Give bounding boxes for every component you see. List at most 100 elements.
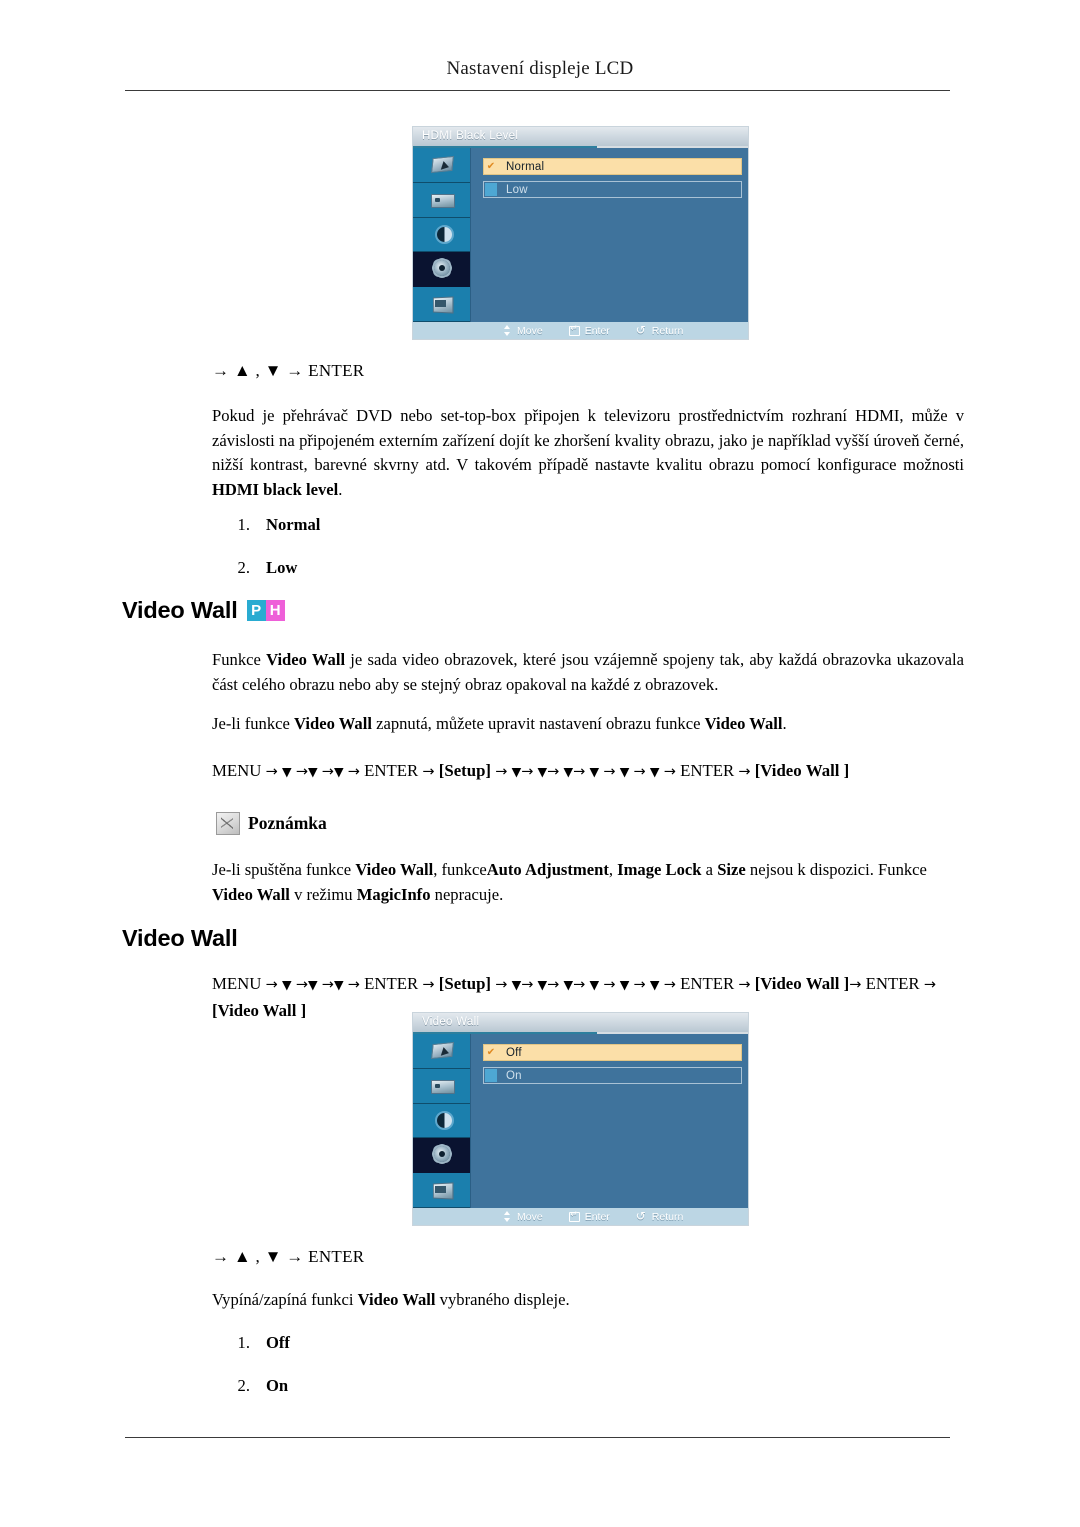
menu-path-target: [Video — [754, 761, 802, 780]
osd-tab-contrast[interactable] — [413, 1103, 470, 1139]
list-item-number: 2. — [237, 1376, 250, 1395]
menu-path-down: ▼ — [537, 764, 548, 779]
menu-path-arrow: → — [547, 977, 560, 993]
paragraph-hdmi-black-level: Pokud je přehrávač DVD nebo set-top-box … — [212, 404, 964, 502]
note-label: Poznámka — [248, 813, 327, 833]
menu-path-down: ▼ — [589, 764, 600, 779]
osd-tab-screen[interactable] — [413, 1173, 470, 1208]
menu-path-down: ▼ — [307, 764, 318, 779]
menu-path-down: ▼ — [333, 764, 344, 779]
paragraph-text: Funkce — [212, 650, 267, 669]
paragraph-bold-term: Video Wall — [294, 714, 372, 733]
note-bold-magicinfo: MagicInfo — [356, 884, 431, 904]
menu-path-enter-2: ENTER — [680, 761, 735, 780]
osd-footer-move: Move — [501, 1211, 543, 1223]
osd-footer-move: Move — [501, 325, 543, 337]
note-text-2: nepracuje. — [430, 884, 504, 904]
note-bold-size: Size — [717, 860, 746, 879]
paragraph-text-tail: . — [338, 479, 343, 499]
paragraph-text: Vypíná/zapíná funkci — [212, 1290, 358, 1309]
paragraph-text: Pokud je přehrávač DVD nebo set-top-box … — [212, 406, 964, 474]
osd-tab-setup[interactable] — [413, 252, 470, 288]
return-icon — [636, 1209, 647, 1223]
menu-path-target-2: Wall ] — [805, 974, 850, 993]
osd-option-normal[interactable]: ✔ Normal — [483, 158, 742, 175]
osd-option-label: On — [506, 1069, 522, 1082]
badge-p: P — [246, 600, 266, 621]
osd-footer-label: Return — [651, 324, 684, 337]
screen-icon — [429, 1180, 455, 1200]
page-header-title: Nastavení displeje LCD — [446, 58, 634, 79]
list-item-number: 1. — [237, 1333, 250, 1352]
osd-screenshot-hdmi-black-level: HDMI Black Level ✔ Normal Low Move Enter… — [413, 127, 748, 339]
note-text: , funkce — [433, 860, 487, 879]
paragraph-text-mid: zapnutá, můžete upravit nastavení obrazu… — [371, 714, 705, 733]
note-text-2: Funkce — [878, 860, 927, 879]
badge-h: H — [265, 600, 285, 621]
osd-body: ✔ Off On — [413, 1034, 748, 1208]
osd-title-video-wall: Video Wall — [413, 1013, 748, 1032]
menu-path-arrow: → — [603, 764, 616, 780]
key-hint-video-wall: → ▲ , ▼ → ENTER — [212, 1247, 365, 1266]
osd-sidebar-rail — [413, 1034, 471, 1208]
menu-path-down: ▼ — [563, 764, 574, 779]
paragraph-bold-term: Video Wall — [357, 1290, 436, 1309]
osd-option-label: Off — [506, 1046, 522, 1059]
osd-tab-screen[interactable] — [413, 287, 470, 322]
osd-tab-setup[interactable] — [413, 1138, 470, 1174]
menu-path-down: ▼ — [537, 977, 548, 992]
note-bold-image-lock: Image Lock — [617, 860, 702, 879]
menu-path-arrow: → — [295, 977, 308, 993]
note-bold-video-wall: Video Wall — [355, 860, 434, 879]
menu-path-arrow: → — [633, 764, 646, 780]
move-icon — [501, 1211, 512, 1222]
osd-options-panel: ✔ Off On — [471, 1034, 748, 1208]
menu-path-arrow: → — [603, 977, 616, 993]
paragraph-bold-term: HDMI black level — [212, 479, 339, 499]
osd-tab-contrast[interactable] — [413, 217, 470, 253]
osd-footer-label: Move — [517, 1210, 543, 1223]
menu-path-menu: MENU — [212, 761, 262, 780]
osd-option-on[interactable]: On — [483, 1067, 742, 1084]
osd-option-low[interactable]: Low — [483, 181, 742, 198]
key-hint-hdmi: → ▲ , ▼ → ENTER — [212, 361, 365, 380]
menu-path-enter-3: ENTER — [865, 974, 920, 993]
paragraph-video-wall-description: Vypíná/zapíná funkci Video Wall vybranéh… — [212, 1288, 964, 1313]
paragraph-video-wall-enabled: Je-li funkce Video Wall zapnutá, můžete … — [212, 712, 964, 737]
osd-tab-picture[interactable] — [413, 148, 470, 183]
list-item-label: On — [266, 1376, 289, 1395]
osd-option-off[interactable]: ✔ Off — [483, 1044, 742, 1061]
menu-path-arrow: → — [923, 977, 936, 993]
menu-path-down: ▼ — [511, 977, 522, 992]
osd-footer-enter: Enter — [568, 324, 610, 337]
heading-video-wall-2: Video Wall — [122, 925, 238, 951]
menu-path-down: ▼ — [649, 764, 660, 779]
menu-path-setup: [Setup] — [438, 761, 491, 780]
menu-path-video-wall-1: MENU → ▼ →▼ →▼ → ENTER → [Setup] → ▼→ ▼→… — [212, 758, 980, 785]
osd-footer-label: Enter — [584, 324, 610, 337]
list-item: 2. On — [212, 1376, 290, 1419]
paragraph-bold-term-2: Video Wall — [704, 714, 783, 733]
enter-icon — [568, 324, 580, 336]
picture-icon — [429, 155, 455, 175]
note-bold-auto-adjustment: Auto Adjustment — [486, 860, 609, 879]
menu-path-arrow: → — [495, 977, 508, 993]
note-pencil-icon — [216, 812, 240, 835]
paragraph-video-wall-definition: Funkce Video Wall je sada video obrazove… — [212, 648, 964, 697]
list-item-number: 1. — [237, 515, 250, 534]
picture-icon — [429, 1041, 455, 1061]
enter-icon — [568, 1210, 580, 1222]
menu-path-down: ▼ — [589, 977, 600, 992]
gear-icon — [429, 1145, 455, 1165]
menu-path-arrow: → — [347, 764, 360, 780]
note-header: Poznámka — [216, 812, 327, 835]
menu-path-down: ▼ — [281, 764, 292, 779]
note-body: Je-li spuštěna funkce Video Wall, funkce… — [212, 858, 964, 907]
display-icon — [429, 1076, 455, 1096]
osd-tab-display[interactable] — [413, 1068, 470, 1104]
menu-path-down: ▼ — [307, 977, 318, 992]
list-item: 1. Off — [212, 1333, 290, 1376]
menu-path-target: [Video — [754, 974, 802, 993]
osd-tab-picture[interactable] — [413, 1034, 470, 1069]
osd-tab-display[interactable] — [413, 182, 470, 218]
